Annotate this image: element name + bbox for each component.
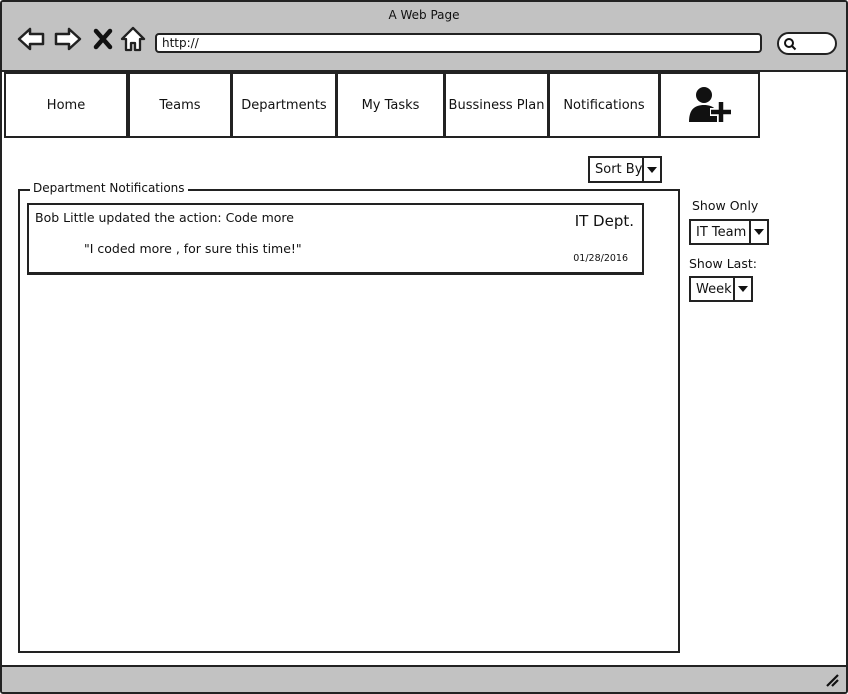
notification-date: 01/28/2016: [573, 253, 628, 264]
url-field[interactable]: http://: [155, 33, 762, 53]
close-icon[interactable]: [90, 24, 116, 54]
chevron-down-icon: [749, 221, 767, 243]
panel-title: Department Notifications: [30, 181, 188, 195]
notification-item[interactable]: Bob Little updated the action: Code more…: [27, 203, 644, 275]
tab-label: Teams: [159, 97, 201, 113]
tab-teams[interactable]: Teams: [127, 72, 232, 138]
browser-window: A Web Page http:// Home Teams Department…: [0, 0, 848, 694]
sort-by-dropdown[interactable]: Sort By: [588, 156, 662, 183]
sort-by-label: Sort By: [595, 162, 643, 177]
notification-department: IT Dept.: [574, 212, 634, 230]
add-user-button[interactable]: [658, 72, 760, 138]
show-last-value: Week: [696, 281, 732, 297]
search-box[interactable]: [777, 32, 837, 55]
tab-departments[interactable]: Departments: [231, 72, 337, 138]
chevron-down-icon: [733, 278, 751, 300]
show-only-label: Show Only: [692, 198, 759, 213]
tab-home[interactable]: Home: [4, 72, 128, 138]
tab-my-tasks[interactable]: My Tasks: [336, 72, 445, 138]
show-only-dropdown[interactable]: IT Team: [689, 219, 769, 245]
browser-chrome: A Web Page http://: [2, 2, 846, 72]
chevron-down-icon: [642, 158, 660, 181]
tab-notifications[interactable]: Notifications: [548, 72, 660, 138]
resize-grip-icon[interactable]: [824, 672, 840, 688]
notification-quote: "I coded more , for sure this time!": [84, 241, 302, 256]
forward-icon[interactable]: [53, 24, 83, 54]
search-icon: [784, 38, 797, 51]
add-user-icon: [688, 87, 732, 123]
tab-label: Bussiness Plan: [448, 97, 545, 113]
window-title: A Web Page: [388, 8, 460, 22]
tab-label: Departments: [241, 97, 327, 113]
status-bar: [2, 665, 846, 692]
show-only-value: IT Team: [696, 224, 747, 240]
back-icon[interactable]: [16, 24, 46, 54]
notification-text: Bob Little updated the action: Code more: [35, 210, 294, 225]
show-last-dropdown[interactable]: Week: [689, 276, 753, 302]
tab-label: Home: [46, 97, 86, 113]
main-nav: Home Teams Departments My Tasks Bussines…: [2, 72, 760, 138]
tab-label: My Tasks: [361, 97, 420, 113]
show-last-label: Show Last:: [689, 256, 757, 271]
tab-label: Notifications: [563, 97, 645, 113]
tab-business-plan[interactable]: Bussiness Plan: [444, 72, 549, 138]
home-icon[interactable]: [118, 24, 148, 54]
